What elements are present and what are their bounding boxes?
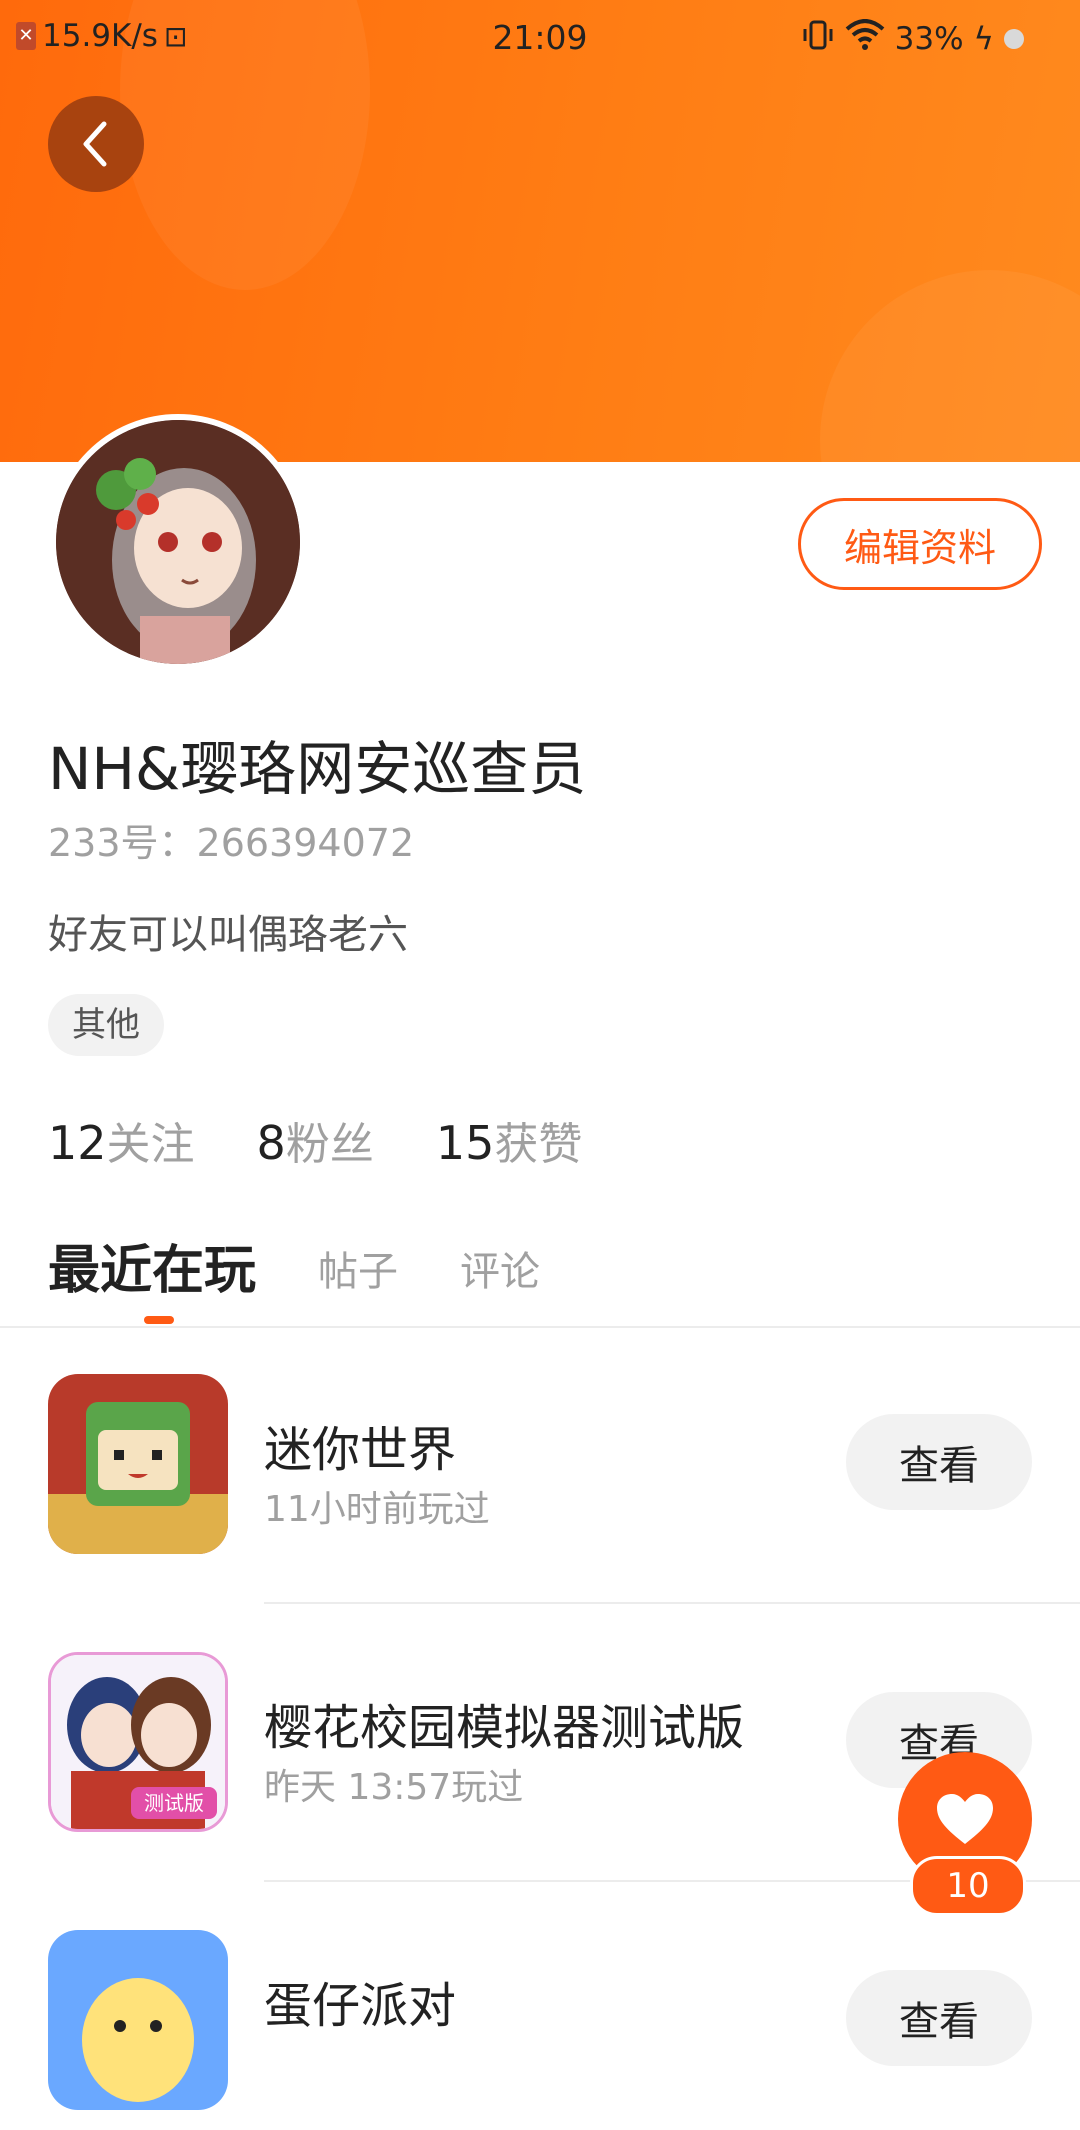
username: NH&璎珞网安巡查员 xyxy=(48,735,587,803)
profile-tabs: 最近在玩 帖子 评论 xyxy=(48,1228,540,1303)
game-last-played: 11小时前玩过 xyxy=(264,1489,490,1530)
view-button[interactable]: 查看 xyxy=(846,1414,1032,1510)
list-item[interactable]: 蛋仔派对 查看 xyxy=(0,1930,1080,2130)
tab-recently-played[interactable]: 最近在玩 xyxy=(48,1228,256,1303)
stat-likes[interactable]: 15获赞 xyxy=(436,1108,583,1172)
back-button[interactable] xyxy=(48,96,144,192)
charging-icon: ϟ xyxy=(973,21,994,57)
status-bar: ✕ 15.9K/s ⊡ 21:09 33% ϟ xyxy=(0,0,1080,74)
game-icon-mini-world xyxy=(48,1374,228,1554)
chevron-left-icon xyxy=(83,121,107,167)
stats-row: 12关注 8粉丝 15获赞 xyxy=(48,1108,582,1172)
heart-icon xyxy=(937,1794,993,1844)
header-decoration xyxy=(820,270,1080,462)
tab-posts[interactable]: 帖子 xyxy=(318,1239,398,1303)
like-count-badge: 10 xyxy=(910,1856,1026,1916)
vibrate-icon xyxy=(801,18,835,60)
icon-badge-text: 测试版 xyxy=(144,1791,204,1815)
divider xyxy=(0,1326,1080,1328)
tab-indicator xyxy=(144,1316,174,1324)
list-item[interactable]: 迷你世界 11小时前玩过 查看 xyxy=(0,1374,1080,1574)
bio: 好友可以叫偶珞老六 xyxy=(48,912,408,958)
user-id: 233号：266394072 xyxy=(48,821,415,865)
game-name: 樱花校园模拟器测试版 xyxy=(264,1700,745,1756)
game-name: 蛋仔派对 xyxy=(264,1978,457,2034)
battery-icon xyxy=(1004,29,1024,49)
game-icon-eggy-party xyxy=(48,1930,228,2110)
edit-profile-button[interactable]: 编辑资料 xyxy=(798,498,1042,590)
view-button[interactable]: 查看 xyxy=(846,1970,1032,2066)
tag-chip[interactable]: 其他 xyxy=(48,994,164,1056)
divider xyxy=(264,1602,1080,1604)
battery-percent: 33% xyxy=(894,21,964,57)
game-name: 迷你世界 xyxy=(264,1422,457,1478)
wifi-icon xyxy=(845,19,885,59)
stat-followers[interactable]: 8粉丝 xyxy=(257,1108,374,1172)
game-last-played: 昨天 13:57玩过 xyxy=(264,1767,524,1808)
game-icon-sakura-school: 测试版 xyxy=(48,1652,228,1832)
tab-comments[interactable]: 评论 xyxy=(460,1239,540,1303)
avatar[interactable] xyxy=(50,414,306,670)
stat-following[interactable]: 12关注 xyxy=(48,1108,195,1172)
